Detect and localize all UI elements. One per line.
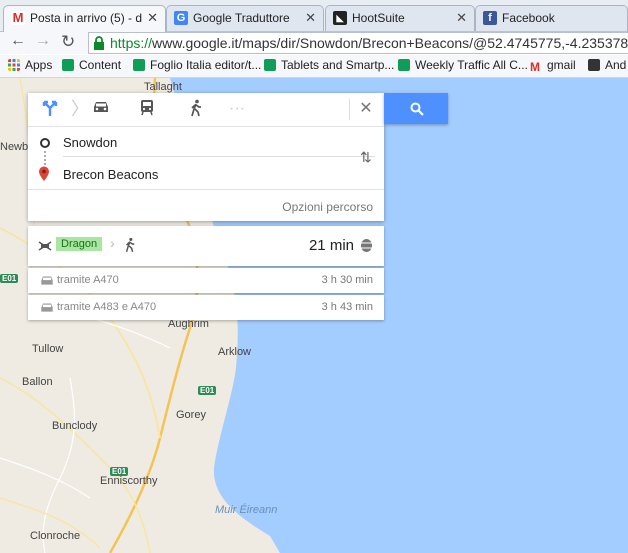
bookmark-and[interactable]: And bbox=[588, 58, 626, 74]
bookmark-label: gmail bbox=[547, 58, 576, 72]
walking-icon[interactable] bbox=[185, 99, 207, 119]
destination-pin-icon bbox=[39, 166, 49, 181]
directions-panel: 〉 ··· ✕ Snowdon Brecon Beacons ⇅ Opzioni… bbox=[28, 93, 384, 221]
facebook-icon: f bbox=[483, 11, 497, 25]
bookmark-content[interactable]: Content bbox=[62, 58, 121, 74]
bookmark-tablets[interactable]: Tablets and Smartp... bbox=[264, 58, 394, 74]
url-scheme: https:// bbox=[110, 35, 153, 51]
chevron-right-icon: › bbox=[110, 235, 115, 251]
map-place: Clonroche bbox=[30, 530, 81, 542]
sheets-icon bbox=[62, 59, 74, 71]
travel-mode-bar: 〉 ··· ✕ bbox=[28, 93, 384, 127]
bookmark-label: Apps bbox=[25, 58, 53, 72]
bookmark-label: Content bbox=[79, 58, 122, 72]
search-button[interactable] bbox=[384, 93, 448, 124]
tab-hootsuite[interactable]: ◣ HootSuite ✕ bbox=[325, 5, 475, 31]
map-place: Gorey bbox=[176, 409, 206, 421]
road-shield: E01 bbox=[110, 467, 129, 476]
route-option-car-2[interactable]: tramite A483 e A470 3 h 43 min bbox=[28, 295, 384, 320]
transit-icon[interactable] bbox=[136, 99, 158, 119]
car-icon bbox=[41, 276, 53, 285]
sheets-icon bbox=[398, 59, 410, 71]
transit-line-badge: Dragon bbox=[56, 237, 103, 251]
hootsuite-icon: ◣ bbox=[333, 11, 347, 25]
url-text: https://www.google.it/maps/dir/Snowdon/B… bbox=[110, 35, 628, 51]
address-bar[interactable]: https://www.google.it/maps/dir/Snowdon/B… bbox=[88, 32, 628, 54]
bookmark-label: Tablets and Smartp... bbox=[281, 58, 395, 72]
car-icon[interactable] bbox=[90, 99, 112, 119]
road-shield: E01 bbox=[0, 274, 19, 283]
close-icon[interactable]: ✕ bbox=[305, 10, 316, 26]
route-via: tramite A483 e A470 bbox=[57, 301, 157, 313]
map-place: Ballon bbox=[22, 376, 53, 388]
divider bbox=[28, 189, 384, 190]
lock-icon bbox=[94, 36, 104, 50]
bookmark-icon bbox=[588, 59, 600, 71]
map-place: Tallaght bbox=[144, 81, 182, 93]
route-duration: 3 h 30 min bbox=[321, 274, 373, 286]
tab-title: HootSuite bbox=[352, 11, 405, 25]
origin-circle-icon bbox=[40, 138, 50, 148]
apps-grid-icon bbox=[8, 59, 20, 71]
route-option-transit[interactable]: Dragon › 21 min bbox=[28, 226, 384, 266]
bookmark-weekly[interactable]: Weekly Traffic All C... bbox=[398, 58, 528, 74]
tab-title: Posta in arrivo (5) - da bbox=[30, 11, 142, 25]
origin-input[interactable]: Snowdon bbox=[63, 135, 117, 150]
bookmark-label: Foglio Italia editor/t... bbox=[150, 58, 262, 72]
tab-facebook[interactable]: f Facebook bbox=[475, 5, 628, 31]
bookmarks-bar: Apps Content Foglio Italia editor/t... T… bbox=[0, 55, 628, 78]
tab-gmail[interactable]: M Posta in arrivo (5) - da ✕ bbox=[3, 5, 166, 32]
car-icon bbox=[41, 303, 53, 312]
swap-waypoints-icon[interactable]: ⇅ bbox=[360, 149, 372, 166]
gmail-icon: M bbox=[11, 10, 25, 25]
map-place: Tullow bbox=[32, 343, 64, 355]
close-icon[interactable]: ✕ bbox=[355, 99, 377, 119]
bookmark-apps[interactable]: Apps bbox=[8, 58, 52, 74]
more-options-icon[interactable]: ··· bbox=[226, 99, 248, 119]
sea-label: Muir Éireann bbox=[215, 504, 278, 516]
route-via: tramite A470 bbox=[57, 274, 119, 286]
route-duration: 3 h 43 min bbox=[321, 301, 373, 313]
sheets-icon bbox=[264, 59, 276, 71]
tab-translate[interactable]: G Google Traduttore ✕ bbox=[166, 5, 324, 31]
route-option-car-1[interactable]: tramite A470 3 h 30 min bbox=[28, 268, 384, 293]
map-place: Bunclody bbox=[52, 420, 98, 432]
destination-input[interactable]: Brecon Beacons bbox=[63, 167, 158, 182]
bookmark-label: Weekly Traffic All C... bbox=[415, 58, 528, 72]
input-underline bbox=[63, 156, 375, 157]
sheets-icon bbox=[133, 59, 145, 71]
browser-toolbar: ← → ↻ https://www.google.it/maps/dir/Sno… bbox=[0, 32, 628, 54]
tab-title: Google Traduttore bbox=[193, 11, 290, 25]
bookmark-foglio[interactable]: Foglio Italia editor/t... bbox=[133, 58, 261, 74]
divider bbox=[349, 99, 350, 120]
walking-icon bbox=[125, 237, 135, 253]
tab-title: Facebook bbox=[502, 11, 555, 25]
bookmark-label: And bbox=[605, 58, 627, 72]
back-arrow-icon[interactable]: ← bbox=[10, 32, 26, 50]
best-route-icon[interactable] bbox=[39, 99, 61, 119]
url-path: /maps/dir/Snowdon/Brecon+Beacons/@52.474… bbox=[238, 35, 628, 51]
road-shield: E01 bbox=[198, 386, 217, 395]
bookmark-gmail[interactable]: Mgmail bbox=[530, 58, 576, 74]
close-icon[interactable]: ✕ bbox=[456, 10, 467, 26]
url-host: www.google.it bbox=[152, 35, 239, 51]
gmail-icon: M bbox=[530, 60, 540, 74]
train-icon bbox=[38, 241, 52, 251]
reload-icon[interactable]: ↻ bbox=[61, 32, 75, 52]
tab-strip: M Posta in arrivo (5) - da ✕ G Google Tr… bbox=[0, 0, 628, 32]
translate-icon: G bbox=[174, 11, 188, 25]
search-icon bbox=[410, 102, 424, 116]
map-place: Arklow bbox=[218, 346, 252, 358]
close-icon[interactable]: ✕ bbox=[147, 10, 158, 26]
route-connector bbox=[44, 151, 47, 165]
map-place: Enniscorthy bbox=[100, 475, 158, 487]
globe-icon bbox=[361, 239, 372, 252]
route-options-link[interactable]: Opzioni percorso bbox=[282, 200, 373, 214]
route-duration: 21 min bbox=[308, 237, 354, 254]
chevron-right-icon: 〉 bbox=[71, 99, 89, 119]
forward-arrow-icon[interactable]: → bbox=[35, 32, 51, 50]
